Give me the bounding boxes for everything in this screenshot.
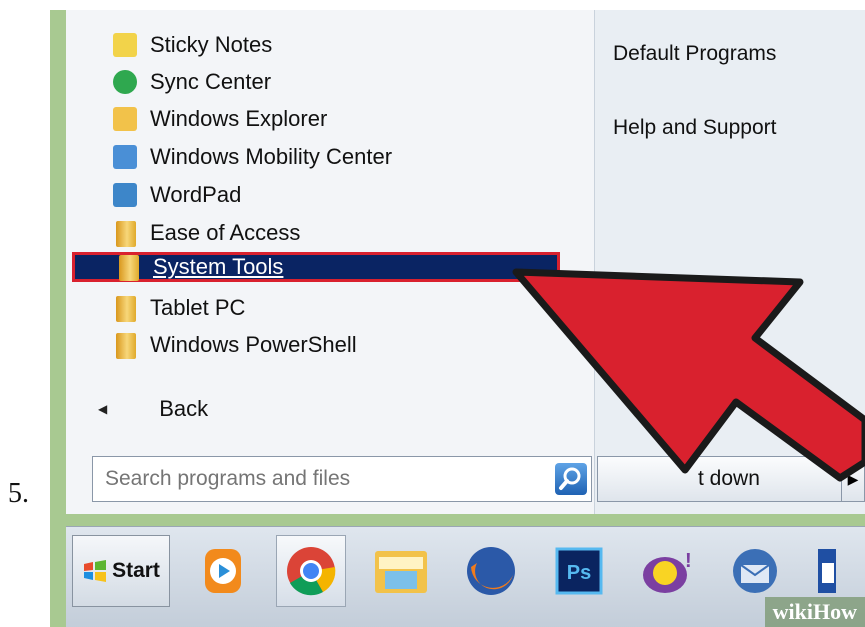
media-player-icon[interactable] (188, 535, 258, 607)
back-button[interactable]: ◀ Back (98, 396, 208, 422)
program-item[interactable]: Ease of Access (110, 216, 300, 250)
search-input[interactable] (93, 466, 547, 492)
start-label: Start (112, 559, 160, 582)
file-explorer-icon[interactable] (366, 535, 436, 607)
program-item[interactable]: Windows Explorer (110, 102, 327, 136)
start-menu-left-pane: Sticky Notes Sync Center Windows Explorer W… (66, 10, 595, 514)
program-item-label: Sync Center (150, 69, 272, 94)
photoshop-icon[interactable]: Ps (544, 535, 614, 607)
chrome-icon[interactable] (276, 535, 346, 607)
program-item[interactable]: Sticky Notes (110, 28, 272, 62)
screenshot-frame: Sticky Notes Sync Center Windows Explorer W… (50, 10, 865, 627)
help-and-support-link[interactable]: Help and Support (613, 116, 776, 140)
program-item[interactable]: System Tools (72, 252, 560, 282)
program-item-label: Windows Mobility Center (150, 144, 393, 169)
sync-center-icon (110, 67, 140, 97)
folder-icon (110, 293, 140, 323)
program-item[interactable]: Windows PowerShell (110, 328, 357, 362)
search-icon[interactable] (555, 463, 587, 495)
folder-icon (110, 218, 140, 248)
program-item[interactable]: Windows Mobility Center (110, 140, 392, 174)
wordpad-icon (110, 180, 140, 210)
program-item-label: Windows Explorer (150, 106, 328, 131)
program-item-label: Ease of Access (150, 220, 301, 245)
program-item-label: Windows PowerShell (150, 332, 357, 357)
program-item[interactable]: WordPad (110, 178, 241, 212)
program-item[interactable]: Sync Center (110, 65, 271, 99)
step-number: 5. (8, 478, 29, 509)
shut-down-button[interactable]: t down (597, 456, 847, 502)
default-programs-link[interactable]: Default Programs (613, 42, 776, 66)
svg-text:Ps: Ps (567, 562, 591, 584)
back-label: Back (159, 396, 209, 421)
wikihow-watermark: wikiHow (764, 597, 865, 627)
folder-icon (113, 252, 143, 282)
sticky-notes-icon (110, 30, 140, 60)
taskbar: Start Ps ! (66, 526, 865, 627)
start-menu-right-pane: Default Programs Help and Support t down… (595, 10, 865, 514)
folder-icon (110, 330, 140, 360)
program-item-label: System Tools (153, 254, 284, 279)
back-arrow-icon: ◀ (98, 402, 108, 416)
shut-down-options-icon[interactable]: ▶ (841, 456, 865, 502)
yahoo-messenger-icon[interactable]: ! (632, 535, 702, 607)
search-box[interactable] (92, 456, 592, 502)
windows-logo-icon (84, 560, 107, 582)
windows-explorer-icon (110, 104, 140, 134)
firefox-icon[interactable] (456, 535, 526, 607)
svg-text:!: ! (685, 550, 692, 572)
program-item[interactable]: Tablet PC (110, 291, 245, 325)
mobility-center-icon (110, 142, 140, 172)
program-item-label: WordPad (150, 182, 242, 207)
start-button[interactable]: Start (72, 535, 170, 607)
program-item-label: Tablet PC (150, 295, 246, 320)
program-item-label: Sticky Notes (150, 32, 273, 57)
